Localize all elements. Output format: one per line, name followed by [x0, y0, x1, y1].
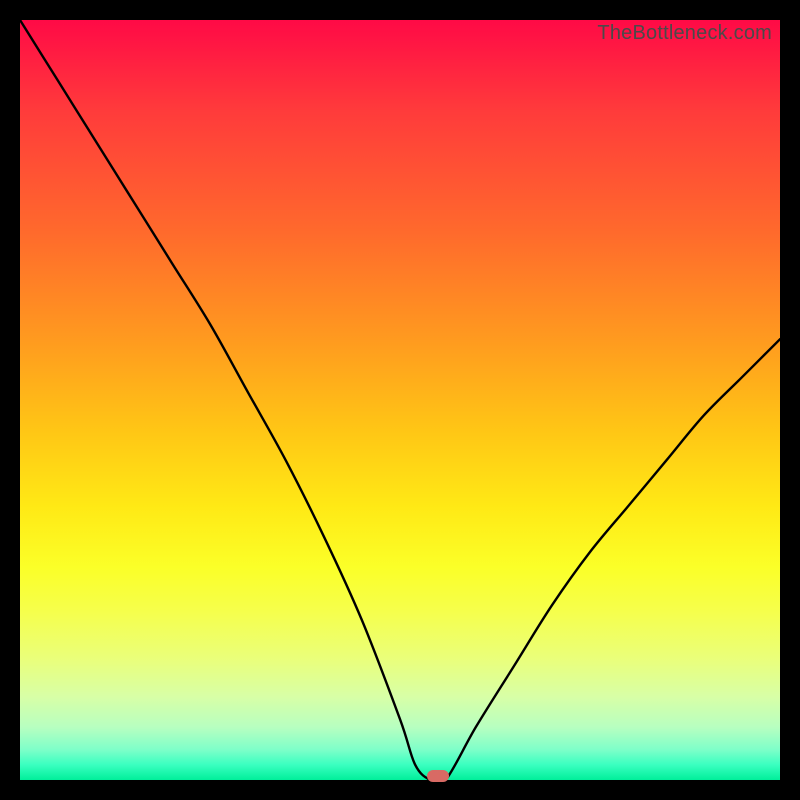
bottleneck-curve	[20, 20, 780, 780]
optimum-marker	[427, 770, 449, 782]
plot-area: TheBottleneck.com	[20, 20, 780, 780]
curve-path	[20, 20, 780, 780]
chart-frame: TheBottleneck.com	[0, 0, 800, 800]
